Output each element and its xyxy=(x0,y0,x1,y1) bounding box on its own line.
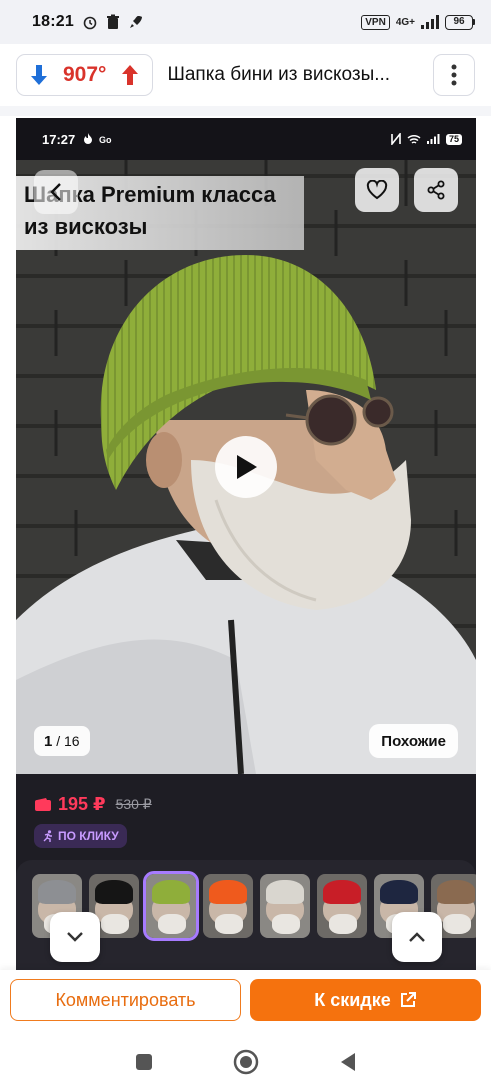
more-vert-icon xyxy=(451,64,457,86)
wallet-icon xyxy=(35,798,51,811)
thumbnail-strip xyxy=(16,860,476,970)
wifi-icon xyxy=(407,134,421,144)
alarm-icon xyxy=(83,16,97,30)
counter-total: / 16 xyxy=(56,733,80,749)
back-triangle-icon[interactable] xyxy=(339,1052,357,1072)
price-area: 195 ₽ 530 ₽ ПО КЛИКУ xyxy=(16,774,476,860)
fire-icon xyxy=(84,133,93,144)
click-badge: ПО КЛИКУ xyxy=(34,824,127,848)
vpn-rocket-icon xyxy=(129,16,142,28)
status-time: 18:21 xyxy=(32,13,74,30)
more-menu-button[interactable] xyxy=(433,54,475,96)
vote-up-icon[interactable] xyxy=(120,64,140,86)
vote-down-icon[interactable] xyxy=(29,64,49,86)
thumbnail-hat xyxy=(209,880,247,904)
running-icon xyxy=(43,830,52,842)
nfc-icon xyxy=(391,133,401,145)
thumbnail-hat xyxy=(152,880,190,904)
thumbnail-item[interactable] xyxy=(317,874,367,938)
deal-image[interactable]: 17:27 Go 75 Шапка Premium класса из виск… xyxy=(16,118,476,970)
svg-text:Go: Go xyxy=(99,135,112,144)
thumbnail-beard xyxy=(272,914,300,934)
thumbnail-hat xyxy=(38,880,76,904)
thumbnail-item[interactable] xyxy=(260,874,310,938)
collapse-down-button[interactable] xyxy=(50,912,100,962)
thumbnail-hat xyxy=(437,880,475,904)
trash-icon xyxy=(106,14,119,29)
counter-current: 1 xyxy=(44,732,53,750)
external-link-icon xyxy=(400,992,416,1007)
action-bar: Комментировать К скидке xyxy=(0,970,491,1034)
thumbnail-beard xyxy=(158,914,186,934)
recents-square-icon[interactable] xyxy=(135,1053,153,1071)
similar-button[interactable]: Похожие xyxy=(369,724,458,758)
comment-button[interactable]: Комментировать xyxy=(10,979,241,1021)
play-icon xyxy=(237,455,257,479)
chevron-down-icon xyxy=(67,932,83,942)
scroll-up-button[interactable] xyxy=(392,912,442,962)
chevron-up-icon xyxy=(409,932,425,942)
thumbnail-item[interactable] xyxy=(143,871,199,941)
temperature-value: 907° xyxy=(63,63,107,86)
signal-icon xyxy=(421,15,439,29)
price-current: 195 ₽ xyxy=(58,794,106,814)
system-nav-bar xyxy=(0,1034,491,1090)
product-photo: Шапка Premium класса из вискозы 1 / 16 П… xyxy=(16,160,476,774)
price-row: 195 ₽ 530 ₽ xyxy=(34,794,152,815)
post-header: 907° Шапка бини из вискозы... xyxy=(0,44,491,106)
network-type: 4G+ xyxy=(395,16,415,28)
chevron-left-icon xyxy=(50,183,61,201)
go-to-deal-button[interactable]: К скидке xyxy=(250,979,481,1021)
status-system-icons: VPN 4G+ 96 xyxy=(361,14,475,30)
thumbnail-beard xyxy=(443,914,471,934)
price-old: 530 ₽ xyxy=(115,796,152,812)
thumbnail-hat xyxy=(266,880,304,904)
thumbnail-hat xyxy=(323,880,361,904)
go-to-deal-label: К скидке xyxy=(314,989,391,1010)
status-bar: 18:21 VPN 4G+ 96 xyxy=(0,0,491,44)
thumbnail-hat xyxy=(380,880,418,904)
image-counter: 1 / 16 xyxy=(34,726,90,756)
header-divider xyxy=(0,106,491,116)
banner-line-2: из вискозы xyxy=(24,214,148,239)
temperature-vote: 907° xyxy=(16,54,154,96)
home-circle-icon[interactable] xyxy=(233,1049,259,1075)
favorite-button[interactable] xyxy=(355,168,399,212)
thumbnail-beard xyxy=(329,914,357,934)
battery-level: 96 xyxy=(445,14,473,30)
inner-status-time: 17:27 xyxy=(42,131,76,147)
page-title: Шапка бини из вискозы... xyxy=(167,64,391,85)
inner-battery: 75 xyxy=(445,133,462,145)
click-badge-label: ПО КЛИКУ xyxy=(58,829,119,843)
share-button[interactable] xyxy=(414,168,458,212)
thumbnail-hat xyxy=(95,880,133,904)
vpn-badge: VPN xyxy=(361,14,390,30)
play-video-button[interactable] xyxy=(215,436,277,498)
inner-signal-icon xyxy=(426,134,440,144)
status-notification-icons xyxy=(82,14,144,30)
inner-status-bar: 17:27 Go 75 xyxy=(16,118,476,160)
back-button[interactable] xyxy=(34,170,78,214)
share-icon xyxy=(427,180,445,200)
app-logo-icon: Go xyxy=(99,135,112,144)
heart-icon xyxy=(366,180,388,200)
thumbnail-item[interactable] xyxy=(203,874,253,938)
thumbnail-beard xyxy=(101,914,129,934)
battery-icon: 96 xyxy=(445,14,475,30)
thumbnail-beard xyxy=(215,914,243,934)
app-root: 18:21 VPN 4G+ 96 907° Шапка бини из виск… xyxy=(0,0,491,1090)
